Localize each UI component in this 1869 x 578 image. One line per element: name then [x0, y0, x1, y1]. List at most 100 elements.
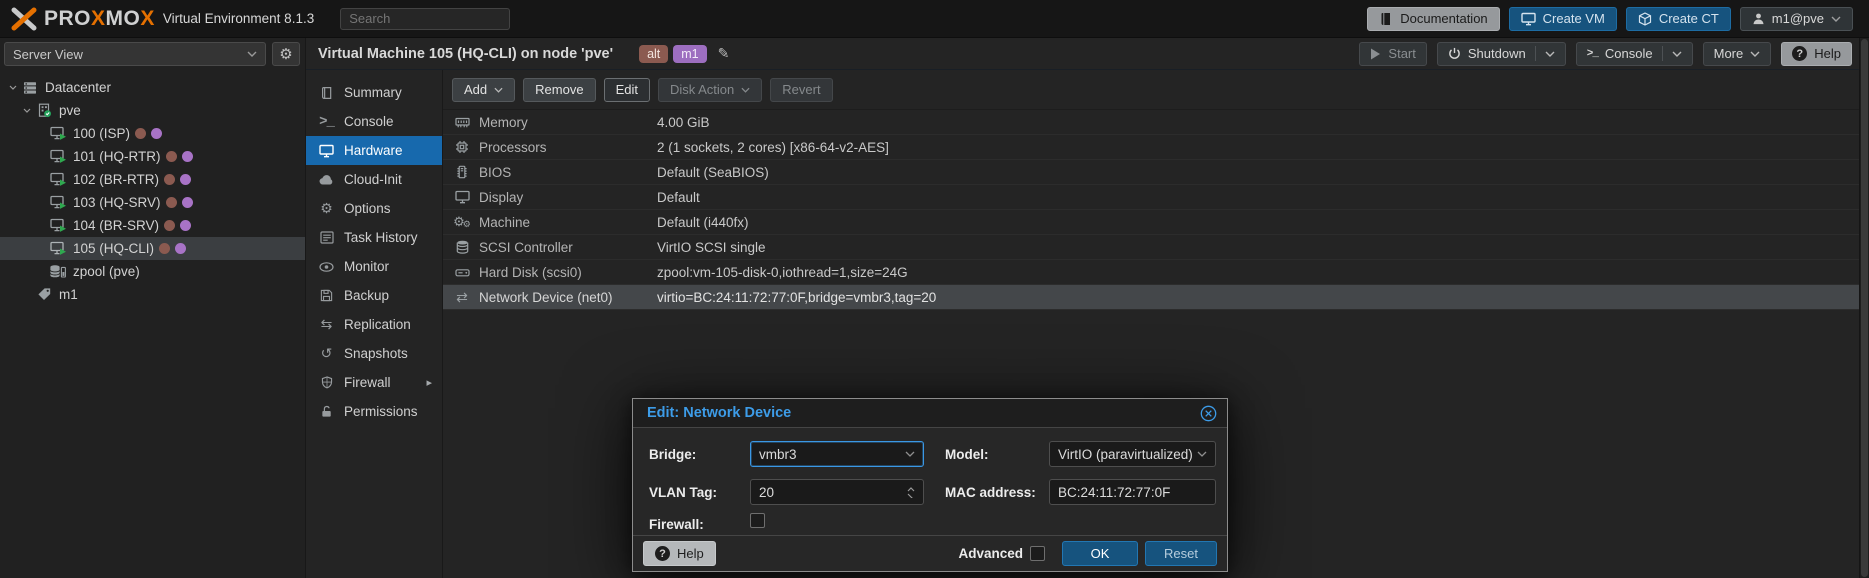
play-icon [1370, 48, 1381, 60]
tree-item-storage-zpool[interactable]: zpool (pve) [0, 260, 305, 283]
reset-button[interactable]: Reset [1145, 541, 1217, 566]
help-button[interactable]: ? Help [1781, 42, 1852, 66]
tree-item-vm-100[interactable]: 100 (ISP) [0, 122, 305, 145]
disk-action-button[interactable]: Disk Action [658, 78, 762, 102]
row-value: virtio=BC:24:11:72:77:0F,bridge=vmbr3,ta… [657, 290, 936, 305]
tree-item-pve[interactable]: pve [0, 99, 305, 122]
dialog-footer-actions: Advanced OK Reset [958, 541, 1217, 566]
menu-item-backup[interactable]: Backup [306, 281, 442, 310]
spinner-down-icon [907, 493, 915, 498]
menu-item-cloud-init[interactable]: Cloud-Init [306, 165, 442, 194]
view-selector-dropdown[interactable]: Server View [4, 42, 266, 66]
chevron-down-icon[interactable] [1672, 51, 1682, 57]
book-icon [318, 86, 335, 100]
tree-item-vm-104[interactable]: 104 (BR-SRV) [0, 214, 305, 237]
view-settings-button[interactable]: ⚙ [272, 42, 300, 66]
close-icon[interactable] [1200, 405, 1217, 422]
menu-item-snapshots[interactable]: ↺ Snapshots [306, 339, 442, 368]
tree-item-vm-101[interactable]: 101 (HQ-RTR) [0, 145, 305, 168]
chevron-expand-icon [6, 85, 20, 90]
menu-item-task-history[interactable]: Task History [306, 223, 442, 252]
user-menu-button[interactable]: m1@pve [1740, 7, 1853, 31]
shield-icon [318, 376, 335, 389]
menu-item-firewall[interactable]: Firewall ▸ [306, 368, 442, 397]
vertical-scrollbar[interactable] [1859, 38, 1869, 578]
start-button[interactable]: Start [1359, 42, 1426, 66]
documentation-button[interactable]: Documentation [1367, 7, 1499, 31]
disk-action-label: Disk Action [670, 82, 734, 97]
model-combobox[interactable]: VirtIO (paravirtualized) [1049, 441, 1216, 467]
chevron-down-icon[interactable] [1545, 51, 1555, 57]
vm-running-icon [48, 172, 68, 187]
edit-button[interactable]: Edit [604, 78, 650, 102]
chevron-down-icon[interactable] [905, 451, 915, 457]
button-divider [1535, 46, 1536, 61]
menu-item-hardware[interactable]: Hardware [306, 136, 442, 165]
mac-address-field[interactable]: BC:24:11:72:77:0F [1049, 479, 1216, 505]
menu-item-label: Hardware [344, 143, 403, 158]
more-button[interactable]: More [1703, 42, 1772, 66]
dialog-footer: ? Help Advanced OK Reset [633, 535, 1227, 571]
search-input[interactable] [340, 8, 510, 30]
shutdown-button[interactable]: Shutdown [1437, 42, 1566, 66]
chevron-down-icon[interactable] [1197, 451, 1207, 457]
table-row-scsi-controller[interactable]: SCSI Controller VirtIO SCSI single [443, 235, 1859, 260]
menu-item-label: Task History [344, 230, 418, 245]
menu-item-permissions[interactable]: Permissions [306, 397, 442, 426]
spinner-arrows[interactable] [907, 487, 915, 498]
table-row-machine[interactable]: ⚙⚙ Machine Default (i440fx) [443, 210, 1859, 235]
add-label: Add [464, 82, 487, 97]
tag-dot-m1 [180, 174, 191, 185]
revert-button[interactable]: Revert [770, 78, 832, 102]
vlan-tag-spinner[interactable]: 20 [750, 479, 924, 505]
storage-icon [48, 264, 68, 279]
tree-item-label: zpool (pve) [73, 264, 140, 279]
edit-tags-icon[interactable]: ✎ [718, 45, 730, 62]
create-ct-button[interactable]: Create CT [1626, 7, 1731, 31]
remove-button[interactable]: Remove [523, 78, 595, 102]
tree-item-vm-105[interactable]: 105 (HQ-CLI) [0, 237, 305, 260]
tree-item-tag-m1[interactable]: m1 [0, 283, 305, 306]
console-button[interactable]: >_ Console [1576, 42, 1693, 66]
table-row-display[interactable]: Display Default [443, 185, 1859, 210]
table-row-processors[interactable]: Processors 2 (1 sockets, 2 cores) [x86-6… [443, 135, 1859, 160]
vm-menu: Summary >_ Console Hardware Cloud-Init ⚙… [306, 70, 443, 578]
add-button[interactable]: Add [452, 78, 515, 102]
tree-item-datacenter[interactable]: Datacenter [0, 76, 305, 99]
brand-part-x: X [140, 7, 155, 31]
menu-item-replication[interactable]: ⇆ Replication [306, 310, 442, 339]
version-label: Virtual Environment 8.1.3 [163, 11, 314, 26]
start-label: Start [1388, 46, 1415, 61]
ok-label: OK [1091, 546, 1110, 561]
table-row-network-device[interactable]: ⇄ Network Device (net0) virtio=BC:24:11:… [443, 285, 1859, 310]
menu-item-monitor[interactable]: Monitor [306, 252, 442, 281]
chevron-down-icon [1750, 51, 1760, 57]
tree-item-vm-103[interactable]: 103 (HQ-SRV) [0, 191, 305, 214]
dialog-help-button[interactable]: ? Help [643, 541, 716, 566]
firewall-checkbox[interactable] [750, 513, 765, 528]
hdd-icon [452, 266, 472, 279]
row-label: Display [479, 190, 657, 205]
tree-item-label: Datacenter [45, 80, 111, 95]
table-row-bios[interactable]: BIOS Default (SeaBIOS) [443, 160, 1859, 185]
vm-tags: alt m1 ✎ [639, 45, 729, 63]
advanced-checkbox[interactable] [1030, 546, 1045, 561]
ok-button[interactable]: OK [1062, 541, 1138, 566]
menu-item-console[interactable]: >_ Console [306, 107, 442, 136]
firewall-label: Firewall: [649, 517, 704, 532]
table-row-memory[interactable]: Memory 4.00 GiB [443, 110, 1859, 135]
cloud-icon [318, 174, 335, 185]
row-label: Processors [479, 140, 657, 155]
menu-item-label: Replication [344, 317, 411, 332]
power-icon [1448, 47, 1461, 60]
model-value: VirtIO (paravirtualized) [1058, 447, 1193, 462]
table-row-hard-disk[interactable]: Hard Disk (scsi0) zpool:vm-105-disk-0,io… [443, 260, 1859, 285]
tree-item-vm-102[interactable]: 102 (BR-RTR) [0, 168, 305, 191]
vm-running-icon [48, 149, 68, 164]
shutdown-label: Shutdown [1468, 46, 1526, 61]
menu-item-options[interactable]: ⚙ Options [306, 194, 442, 223]
bridge-combobox[interactable]: vmbr3 [750, 441, 924, 467]
create-vm-button[interactable]: Create VM [1509, 7, 1617, 31]
scrollbar-thumb[interactable] [1861, 39, 1868, 577]
menu-item-summary[interactable]: Summary [306, 78, 442, 107]
